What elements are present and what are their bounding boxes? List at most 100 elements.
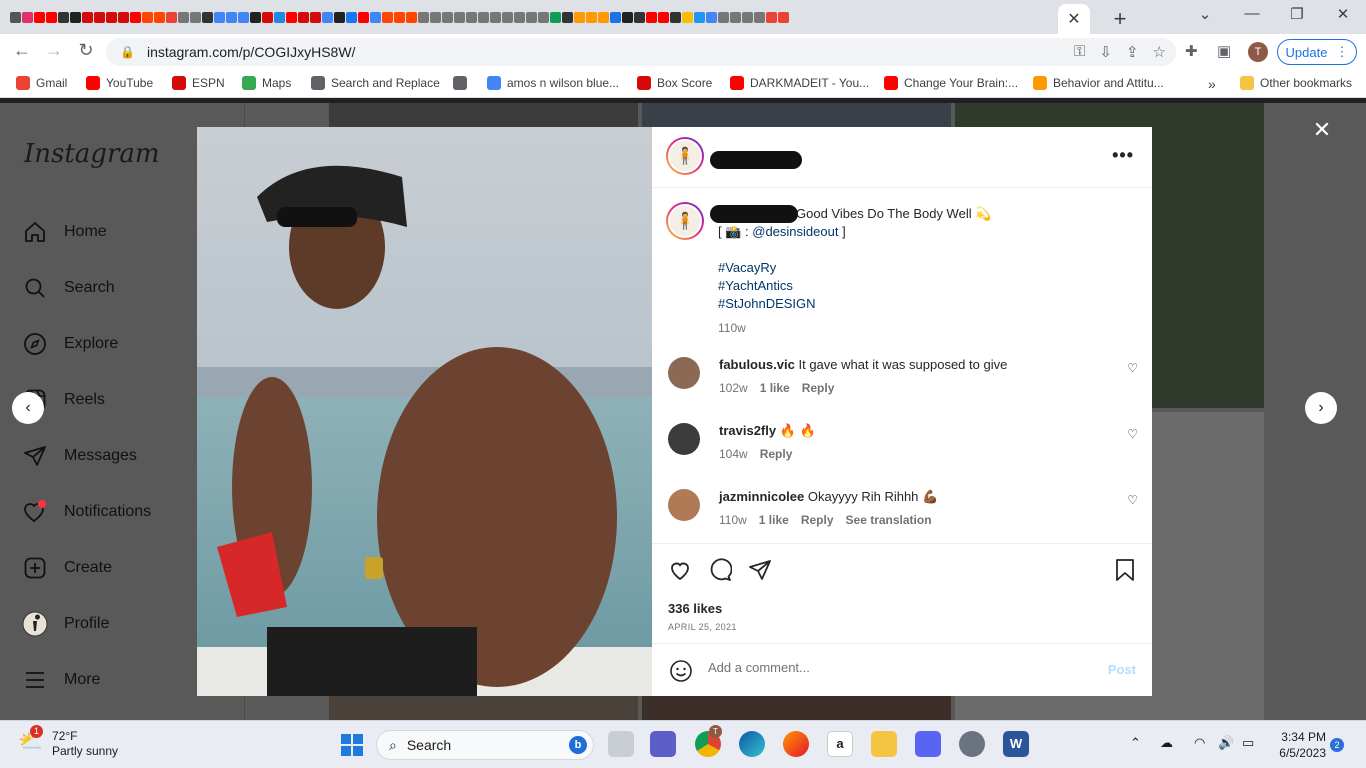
tab-favicon[interactable] bbox=[34, 11, 45, 23]
notification-badge[interactable]: 2 bbox=[1330, 738, 1344, 752]
nav-item-profile[interactable]: Profile bbox=[22, 611, 109, 637]
bookmark-item[interactable]: amos n wilson blue... bbox=[487, 76, 619, 90]
volume-icon[interactable]: 🔊 bbox=[1218, 735, 1234, 751]
post-comment-button[interactable]: Post bbox=[1108, 662, 1136, 677]
chevron-up-icon[interactable]: ⌃ bbox=[1130, 735, 1141, 751]
tab-favicon[interactable] bbox=[322, 11, 333, 23]
bookmark-item[interactable]: Maps bbox=[242, 76, 291, 90]
tab-favicon[interactable] bbox=[22, 11, 33, 23]
comment-reply-button[interactable]: Reply bbox=[802, 381, 835, 395]
tab-favicon[interactable] bbox=[598, 11, 609, 23]
tab-favicon[interactable] bbox=[178, 11, 189, 23]
tab-favicon[interactable] bbox=[286, 11, 297, 23]
weather-widget[interactable]: ⛅ 1 72°F Partly sunny bbox=[18, 725, 118, 759]
tab-favicon[interactable] bbox=[418, 11, 429, 23]
key-icon[interactable]: ⚿ bbox=[1074, 43, 1085, 61]
forward-button[interactable]: → bbox=[42, 40, 66, 61]
address-bar[interactable]: 🔒 instagram.com/p/COGIJxyHS8W/ ⚿ ⇩ ⇪ ☆ bbox=[106, 38, 1176, 66]
bookmark-item[interactable]: DARKMADEIT - You... bbox=[730, 76, 869, 90]
tab-favicon[interactable] bbox=[130, 11, 141, 23]
tab-favicon[interactable] bbox=[742, 11, 753, 23]
share-send-icon[interactable] bbox=[748, 558, 772, 582]
tab-favicon[interactable] bbox=[94, 11, 105, 23]
tab-favicon[interactable] bbox=[58, 11, 69, 23]
tab-favicon[interactable] bbox=[538, 11, 549, 23]
back-button[interactable]: ← bbox=[10, 40, 34, 61]
hashtag-link[interactable]: #YachtAntics bbox=[718, 277, 1118, 295]
settings-gear-icon[interactable] bbox=[959, 731, 985, 757]
comment-like-heart-icon[interactable]: ♡ bbox=[1127, 361, 1138, 375]
maximize-button[interactable]: ❐ bbox=[1285, 5, 1309, 23]
tab-search-chevron-icon[interactable]: ⌄ bbox=[1193, 5, 1217, 23]
like-heart-icon[interactable] bbox=[668, 558, 692, 582]
tab-favicon[interactable] bbox=[694, 11, 705, 23]
bookmark-item[interactable]: Search and Replace bbox=[311, 76, 440, 90]
close-modal-icon[interactable]: ✕ bbox=[1310, 117, 1334, 143]
grid-tile[interactable] bbox=[329, 103, 638, 128]
commenter-avatar[interactable] bbox=[668, 489, 700, 521]
tab-favicon[interactable] bbox=[118, 11, 129, 23]
file-explorer-icon[interactable] bbox=[871, 731, 897, 757]
tab-favicon[interactable] bbox=[142, 11, 153, 23]
profile-avatar[interactable]: T bbox=[1248, 42, 1268, 62]
tab-favicon[interactable] bbox=[70, 11, 81, 23]
tab-favicon[interactable] bbox=[634, 11, 645, 23]
teams-chat-icon[interactable] bbox=[650, 731, 676, 757]
tab-favicon[interactable] bbox=[262, 11, 273, 23]
bing-icon[interactable]: b bbox=[569, 736, 587, 754]
bookmark-item[interactable]: YouTube bbox=[86, 76, 153, 90]
tab-favicon[interactable] bbox=[562, 11, 573, 23]
tab-favicon[interactable] bbox=[202, 11, 213, 23]
tab-favicon[interactable] bbox=[646, 11, 657, 23]
nav-item-notifications[interactable]: Notifications bbox=[22, 499, 151, 525]
tab-favicon[interactable] bbox=[358, 11, 369, 23]
hashtag-link[interactable]: #StJohnDESIGN bbox=[718, 295, 1118, 313]
tab-favicon[interactable] bbox=[442, 11, 453, 23]
tab-favicon[interactable] bbox=[106, 11, 117, 23]
tab-favicon[interactable] bbox=[430, 11, 441, 23]
tab-favicon[interactable] bbox=[214, 11, 225, 23]
bookmark-star-icon[interactable]: ☆ bbox=[1153, 43, 1166, 61]
discord-icon[interactable] bbox=[915, 731, 941, 757]
tab-favicon[interactable] bbox=[610, 11, 621, 23]
post-photo[interactable] bbox=[197, 127, 652, 696]
hashtag-link[interactable]: #VacayRy bbox=[718, 259, 1118, 277]
commenter-username[interactable]: travis2fly bbox=[719, 423, 776, 438]
tab-favicon[interactable] bbox=[706, 11, 717, 23]
firefox-icon[interactable] bbox=[783, 731, 809, 757]
bookmark-item[interactable]: Box Score bbox=[637, 76, 712, 90]
comment-age[interactable]: 104w bbox=[719, 447, 748, 461]
tab-favicon[interactable] bbox=[622, 11, 633, 23]
emoji-icon[interactable] bbox=[669, 659, 693, 683]
like-count[interactable]: 336 likes bbox=[668, 601, 722, 616]
windows-start-icon[interactable] bbox=[340, 733, 364, 757]
window-close-button[interactable]: ✕ bbox=[1331, 5, 1355, 23]
caption-author-avatar[interactable]: 🧍 bbox=[666, 202, 704, 240]
tab-favicon[interactable] bbox=[406, 11, 417, 23]
tab-favicon[interactable] bbox=[778, 11, 789, 23]
nav-item-search[interactable]: Search bbox=[22, 275, 115, 301]
tab-favicon[interactable] bbox=[478, 11, 489, 23]
tab-favicon[interactable] bbox=[754, 11, 765, 23]
bookmark-item[interactable]: ESPN bbox=[172, 76, 225, 90]
credit-mention-link[interactable]: @desinsideout bbox=[752, 224, 838, 239]
nav-item-more[interactable]: More bbox=[22, 667, 100, 693]
next-post-button[interactable]: › bbox=[1305, 392, 1337, 424]
other-bookmarks-folder[interactable]: Other bookmarks bbox=[1240, 76, 1352, 90]
tab-favicon[interactable] bbox=[10, 11, 21, 23]
previous-post-button[interactable]: ‹ bbox=[12, 392, 44, 424]
url-text[interactable]: instagram.com/p/COGIJxyHS8W/ bbox=[147, 44, 356, 60]
grid-tile[interactable] bbox=[329, 696, 638, 720]
nav-item-explore[interactable]: Explore bbox=[22, 331, 118, 357]
tab-favicon[interactable] bbox=[730, 11, 741, 23]
tab-favicon[interactable] bbox=[490, 11, 501, 23]
grid-tile[interactable] bbox=[642, 696, 951, 720]
comment-input[interactable] bbox=[708, 660, 1088, 675]
save-bookmark-icon[interactable] bbox=[1114, 558, 1136, 582]
tab-favicon[interactable] bbox=[274, 11, 285, 23]
tab-favicon[interactable] bbox=[670, 11, 681, 23]
bookmark-item[interactable]: Gmail bbox=[16, 76, 67, 90]
tab-favicon[interactable] bbox=[82, 11, 93, 23]
wifi-icon[interactable]: ◠ bbox=[1194, 735, 1205, 751]
minimize-button[interactable]: — bbox=[1240, 5, 1264, 22]
